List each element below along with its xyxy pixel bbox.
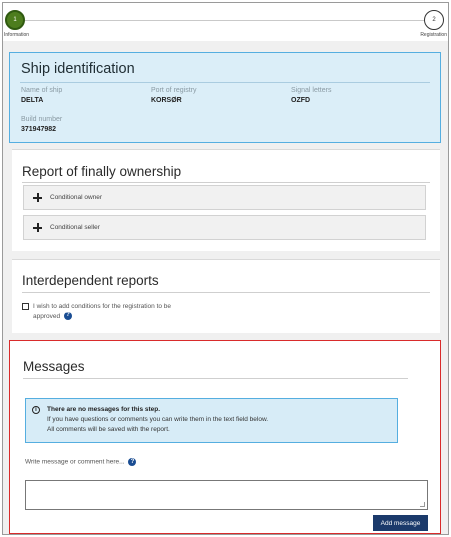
info-title: There are no messages for this step. — [47, 406, 161, 413]
resize-handle-icon[interactable] — [420, 502, 425, 507]
info-text-line2: All comments will be saved with the repo… — [47, 426, 170, 433]
add-conditions-label: I wish to add conditions for the registr… — [33, 302, 233, 321]
registration-form-frame: 1 2 Information Registration Ship identi… — [2, 2, 449, 535]
build-number-label: Build number — [21, 116, 63, 123]
messages-card: Messages i There are no messages for thi… — [9, 340, 441, 534]
ship-identification-title: Ship identification — [21, 61, 135, 77]
stepper-line — [25, 20, 426, 21]
help-icon[interactable]: ? — [63, 311, 72, 320]
step-1-indicator[interactable]: 1 — [5, 10, 25, 30]
progress-stepper: 1 2 Information Registration — [3, 3, 448, 41]
signal-letters-label: Signal letters — [291, 87, 332, 94]
interdependent-reports-title: Interdependent reports — [22, 273, 159, 288]
conditional-seller-accordion[interactable]: Conditional seller — [23, 215, 426, 240]
build-number-value: 371947982 — [21, 126, 57, 133]
help-icon[interactable]: ? — [128, 458, 137, 466]
message-textarea[interactable] — [25, 480, 428, 510]
ownership-title: Report of finally ownership — [22, 164, 182, 179]
add-message-button[interactable]: Add message — [373, 515, 428, 531]
ship-name-label: Name of ship — [21, 87, 63, 94]
add-conditions-text-line2: approved — [33, 312, 61, 320]
port-of-registry-label: Port of registry — [151, 87, 197, 94]
conditional-seller-label: Conditional seller — [50, 224, 100, 231]
messages-title: Messages — [23, 359, 85, 374]
ship-name-value: DELTA — [21, 97, 44, 104]
ownership-card: Report of finally ownership Conditional … — [12, 149, 440, 251]
message-field-label-text: Write message or comment here... — [25, 458, 125, 466]
interdependent-reports-card: Interdependent reports I wish to add con… — [12, 259, 440, 333]
plus-icon — [33, 193, 42, 202]
add-conditions-text-line1: I wish to add conditions for the registr… — [33, 303, 172, 310]
no-messages-info-box: i There are no messages for this step. I… — [25, 398, 398, 443]
divider — [23, 378, 408, 379]
step-1-label: Information — [4, 32, 30, 38]
message-field-label: Write message or comment here... ? — [25, 458, 137, 466]
ship-identification-card: Ship identification Name of ship DELTA P… — [9, 52, 441, 143]
port-of-registry-value: KORSØR — [151, 97, 182, 104]
info-icon: i — [32, 406, 40, 414]
step-2-indicator[interactable]: 2 — [424, 10, 444, 30]
divider — [22, 182, 430, 183]
info-text-line1: If you have questions or comments you ca… — [47, 416, 269, 423]
conditional-owner-label: Conditional owner — [50, 194, 103, 201]
signal-letters-value: OZFD — [291, 97, 311, 104]
add-conditions-checkbox[interactable] — [22, 303, 29, 310]
plus-icon — [33, 223, 42, 232]
step-2-label: Registration — [420, 32, 447, 38]
conditional-owner-accordion[interactable]: Conditional owner — [23, 185, 426, 210]
divider — [22, 292, 430, 293]
divider — [20, 82, 430, 83]
